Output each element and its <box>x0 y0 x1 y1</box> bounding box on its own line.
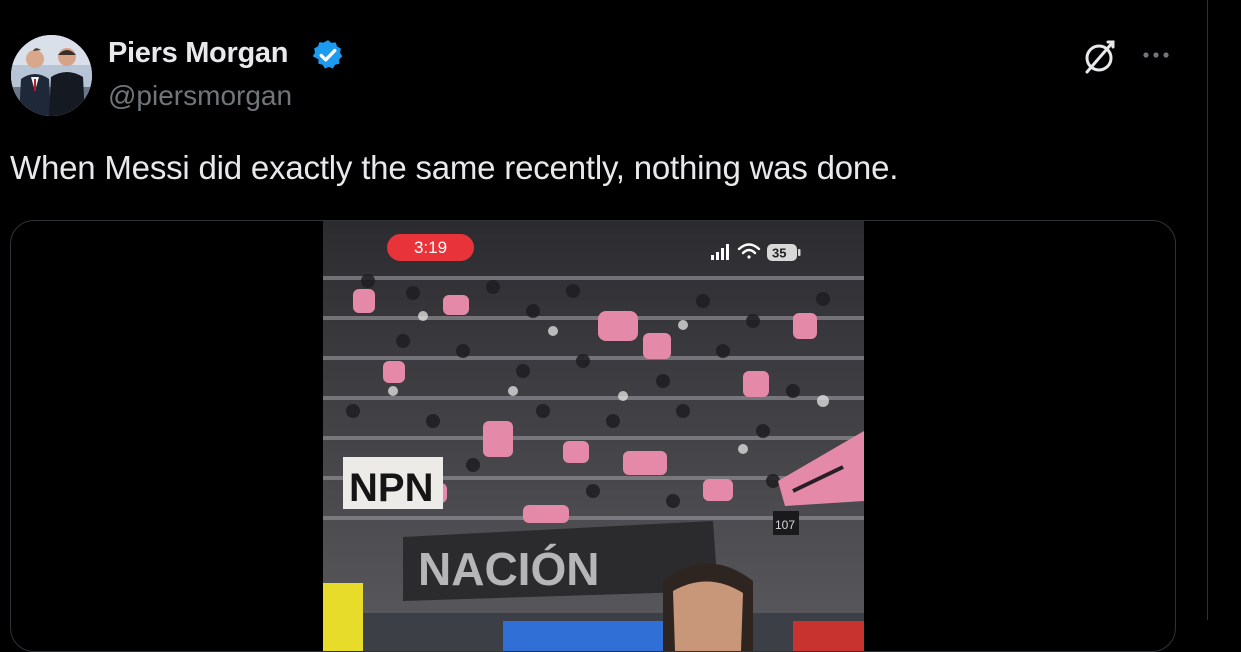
media-card[interactable]: NPN 107 NACIÓN 3:19 35 <box>10 220 1176 652</box>
avatar[interactable] <box>11 35 92 116</box>
recording-timer: 3:19 <box>387 234 474 261</box>
author-handle[interactable]: @piersmorgan <box>108 80 292 112</box>
banner-text-nacion: NACIÓN <box>418 543 599 595</box>
grok-icon[interactable] <box>1081 38 1119 76</box>
wifi-icon <box>737 243 761 259</box>
signal-icon <box>711 244 729 260</box>
battery-level: 35 <box>772 246 786 261</box>
more-icon[interactable] <box>1137 38 1175 72</box>
author-display-name[interactable]: Piers Morgan <box>108 37 288 70</box>
battery-icon: 35 <box>767 244 801 261</box>
video-player[interactable]: NPN 107 NACIÓN 3:19 35 <box>323 221 864 651</box>
section-number: 107 <box>775 518 795 532</box>
phone-status-bar: 35 <box>711 243 801 261</box>
tweet-text: When Messi did exactly the same recently… <box>10 149 899 186</box>
verified-badge-icon <box>312 40 343 69</box>
avatar-image <box>11 35 92 116</box>
banner-text-npn: NPN <box>349 466 433 510</box>
timeline-divider <box>1207 0 1208 620</box>
stadium-crowd-image: NPN 107 NACIÓN <box>323 221 864 651</box>
